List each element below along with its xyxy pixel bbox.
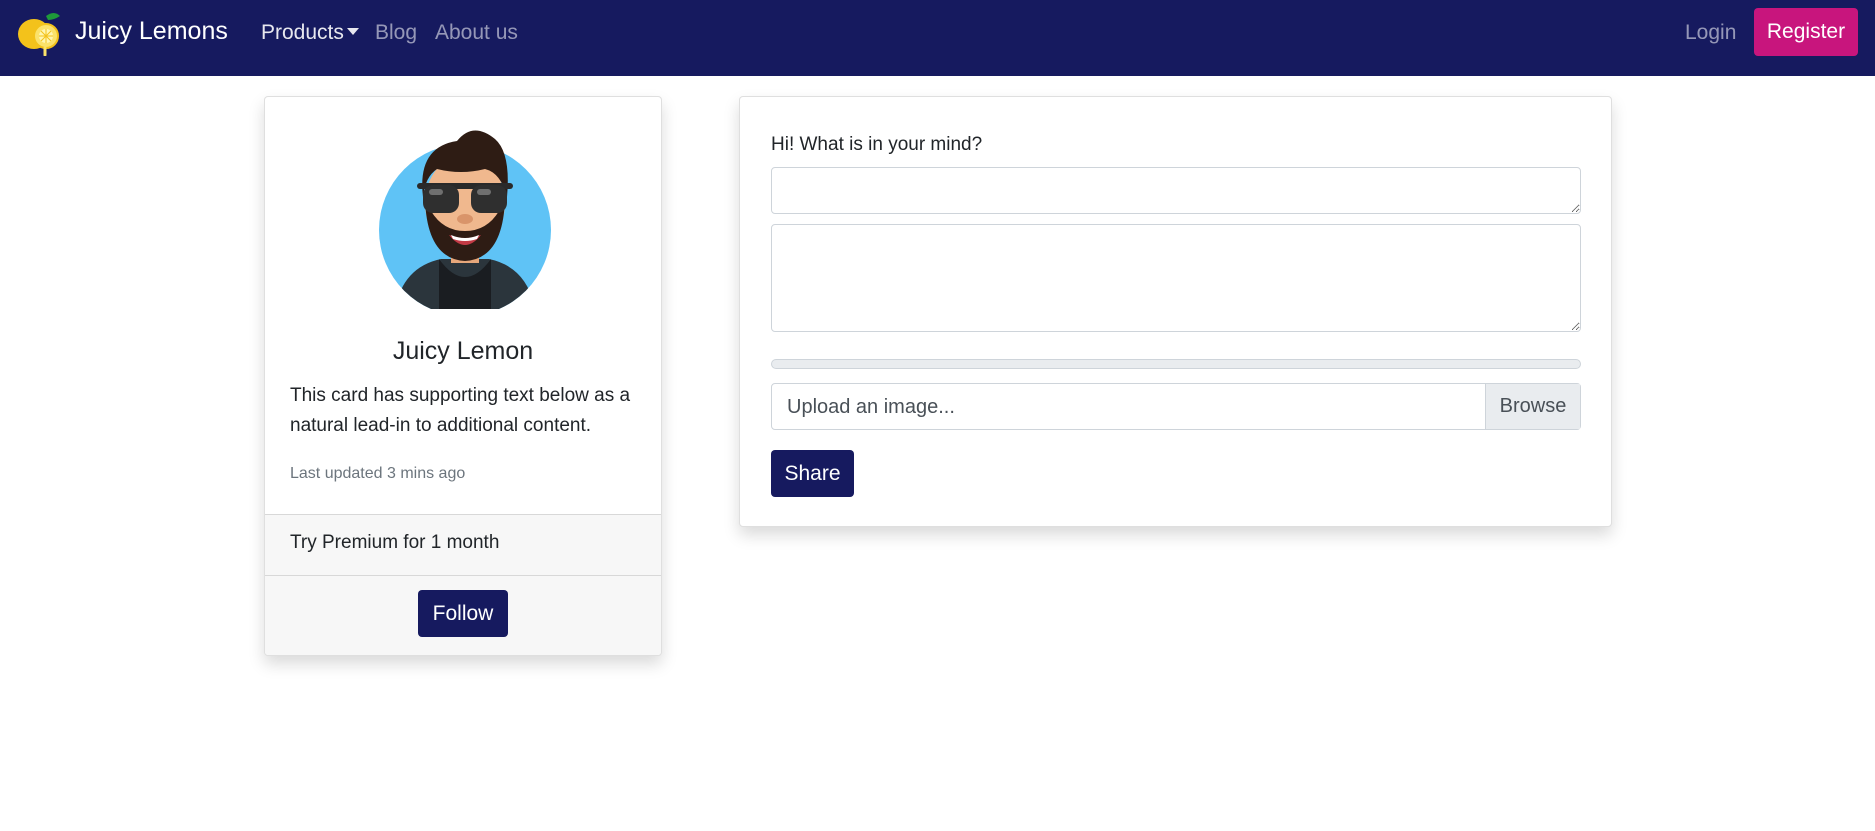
- chevron-down-icon: [346, 28, 359, 35]
- post-form: Hi! What is in your mind? Upload an imag…: [739, 96, 1612, 527]
- last-updated-text: Last updated 3 mins ago: [290, 465, 466, 482]
- browse-button[interactable]: Browse: [1485, 384, 1580, 429]
- nav-about-us[interactable]: About us: [435, 18, 518, 48]
- post-prompt-label: Hi! What is in your mind?: [771, 134, 983, 155]
- post-title-input[interactable]: [771, 167, 1581, 214]
- profile-card: Juicy Lemon This card has supporting tex…: [264, 96, 662, 656]
- lemon-icon: [18, 13, 60, 56]
- brand-name[interactable]: Juicy Lemons: [75, 16, 228, 46]
- upload-placeholder: Upload an image...: [787, 396, 955, 418]
- nav-blog[interactable]: Blog: [375, 18, 417, 48]
- login-link[interactable]: Login: [1685, 18, 1736, 48]
- upload-progress-bar: [771, 359, 1581, 369]
- navbar: Juicy Lemons Products Blog About us Logi…: [0, 0, 1875, 76]
- avatar-icon: [379, 130, 551, 316]
- card-footer: Follow: [265, 575, 661, 655]
- share-button[interactable]: Share: [771, 450, 854, 497]
- premium-offer-text: Try Premium for 1 month: [290, 532, 500, 553]
- profile-description: This card has supporting text below as a…: [290, 385, 631, 436]
- follow-button[interactable]: Follow: [418, 590, 508, 637]
- premium-offer: Try Premium for 1 month: [265, 514, 661, 575]
- avatar: [377, 119, 553, 316]
- image-upload-input[interactable]: Upload an image... Browse: [771, 383, 1581, 430]
- register-button[interactable]: Register: [1754, 8, 1858, 56]
- nav-products-label: Products: [261, 21, 344, 44]
- brand[interactable]: Juicy Lemons: [16, 8, 228, 56]
- nav-products[interactable]: Products: [261, 18, 359, 48]
- post-body-input[interactable]: [771, 224, 1581, 332]
- profile-name: Juicy Lemon: [392, 337, 534, 365]
